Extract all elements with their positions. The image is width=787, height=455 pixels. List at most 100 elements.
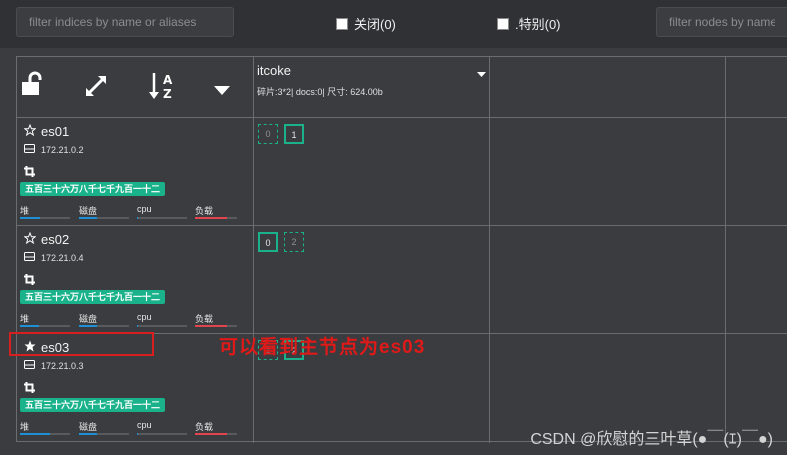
- primary-shard[interactable]: 1: [284, 124, 304, 144]
- svg-text:A: A: [163, 73, 173, 87]
- metric-fill: [137, 433, 138, 435]
- metric-label: cpu: [137, 420, 152, 430]
- metric-label: cpu: [137, 204, 152, 214]
- metric-fill: [137, 217, 138, 219]
- metric-0: 堆: [20, 312, 70, 330]
- node-name[interactable]: es02: [41, 232, 69, 247]
- node-version-tag: 五百三十六万八千七千九百一十二: [20, 398, 166, 412]
- metric-2: cpu: [137, 204, 187, 222]
- star-outline-icon: [23, 231, 37, 247]
- star-outline-icon: [23, 123, 37, 139]
- metric-label: 堆: [20, 422, 30, 432]
- node-version-tag: 五百三十六万八千七千九百一十二: [20, 182, 166, 196]
- expand-icon[interactable]: [84, 74, 108, 103]
- replica-shard[interactable]: 2: [284, 232, 304, 252]
- checkbox-box[interactable]: [497, 17, 509, 30]
- hard-drive-icon: [24, 144, 35, 155]
- metric-3: 负载: [195, 312, 245, 330]
- metric-label: 磁盘: [79, 206, 98, 216]
- node-ip-row: 172.21.0.4: [24, 252, 84, 263]
- index-menu-caret-icon[interactable]: [477, 65, 486, 83]
- metric-fill: [79, 433, 97, 435]
- metric-track: [195, 433, 237, 435]
- special-indices-checkbox[interactable]: .特别(0): [497, 14, 561, 33]
- metric-track: [137, 217, 187, 219]
- metric-track: [137, 433, 187, 435]
- master-node-highlight-box: [9, 332, 154, 356]
- metric-3: 负载: [195, 420, 245, 438]
- closed-indices-checkbox[interactable]: 关闭(0): [336, 14, 396, 33]
- node-row: es01 172.21.0.2 五百三十六万八千七千九百一十二堆 磁盘 cpu 负载: [17, 118, 253, 225]
- metric-label: 堆: [20, 206, 30, 216]
- node-row: es02 172.21.0.4 五百三十六万八千七千九百一十二堆 磁盘 cpu 负载: [17, 226, 253, 333]
- crop-icon[interactable]: [24, 380, 35, 398]
- metric-label: 负载: [195, 422, 214, 432]
- annotation-text: 可以看到主节点为es03: [219, 337, 426, 358]
- metric-3: 负载: [195, 204, 245, 222]
- sort-alpha-down-icon[interactable]: AZ: [149, 71, 175, 106]
- node-name-row[interactable]: es02: [23, 231, 69, 247]
- replica-shard[interactable]: 0: [258, 124, 278, 144]
- metric-0: 堆: [20, 204, 70, 222]
- index-stats: 碎片:3*2| docs:0| 尺寸: 624.00b: [257, 87, 383, 97]
- metric-1: 磁盘: [79, 312, 129, 330]
- metric-0: 堆: [20, 420, 70, 438]
- index-filter-input[interactable]: [16, 7, 234, 37]
- watermark: CSDN @欣慰的三叶草(●￣(ｴ)￣●): [530, 431, 773, 448]
- node-version-tag: 五百三十六万八千七千九百一十二: [20, 290, 166, 304]
- metric-label: 磁盘: [79, 314, 98, 324]
- crop-icon[interactable]: [24, 272, 35, 290]
- metric-2: cpu: [137, 420, 187, 438]
- metric-track: [137, 325, 187, 327]
- node-metrics: 堆 磁盘 cpu 负载: [20, 312, 250, 330]
- metric-track: [195, 217, 237, 219]
- node-name[interactable]: es01: [41, 124, 69, 139]
- cluster-grid: AZ itcoke 碎片:3*2| docs:0| 尺寸: 624.00b es…: [16, 56, 787, 443]
- metric-fill: [195, 433, 227, 435]
- metric-label: cpu: [137, 312, 152, 322]
- metric-2: cpu: [137, 312, 187, 330]
- top-toolbar: 关闭(0) .特别(0): [0, 0, 787, 48]
- metric-1: 磁盘: [79, 204, 129, 222]
- metric-label: 负载: [195, 206, 214, 216]
- node-ip-row: 172.21.0.2: [24, 144, 84, 155]
- metric-fill: [20, 325, 39, 327]
- metric-fill: [20, 433, 50, 435]
- metric-track: [20, 325, 70, 327]
- metric-label: 负载: [195, 314, 214, 324]
- checkbox-label: .特别(0): [515, 17, 561, 32]
- checkbox-label: 关闭(0): [354, 17, 396, 32]
- node-metrics: 堆 磁盘 cpu 负载: [20, 204, 250, 222]
- primary-shard[interactable]: 0: [258, 232, 278, 252]
- grid-header-controls: AZ: [17, 57, 253, 117]
- metric-fill: [79, 217, 97, 219]
- node-filter-input[interactable]: [656, 7, 787, 37]
- metric-track: [79, 325, 129, 327]
- index-column-header[interactable]: itcoke 碎片:3*2| docs:0| 尺寸: 624.00b: [254, 57, 490, 117]
- metric-track: [20, 433, 70, 435]
- node-ip: 172.21.0.4: [41, 252, 84, 263]
- metric-track: [79, 217, 129, 219]
- metric-fill: [20, 217, 40, 219]
- metric-fill: [79, 325, 97, 327]
- checkbox-box[interactable]: [336, 17, 348, 30]
- node-name-row[interactable]: es01: [23, 123, 69, 139]
- metric-track: [79, 433, 129, 435]
- unlock-icon[interactable]: [20, 71, 46, 102]
- svg-text:Z: Z: [163, 87, 172, 101]
- node-ip: 172.21.0.3: [41, 360, 84, 371]
- index-name[interactable]: itcoke: [257, 63, 291, 78]
- metric-label: 堆: [20, 314, 30, 324]
- crop-icon[interactable]: [24, 164, 35, 182]
- metric-fill: [137, 325, 138, 327]
- node-metrics: 堆 磁盘 cpu 负载: [20, 420, 250, 438]
- hard-drive-icon: [24, 360, 35, 371]
- caret-down-icon[interactable]: [214, 83, 230, 101]
- metric-label: 磁盘: [79, 422, 98, 432]
- metric-fill: [195, 325, 227, 327]
- hard-drive-icon: [24, 252, 35, 263]
- metric-track: [20, 217, 70, 219]
- metric-fill: [195, 217, 227, 219]
- node-ip: 172.21.0.2: [41, 144, 84, 155]
- metric-1: 磁盘: [79, 420, 129, 438]
